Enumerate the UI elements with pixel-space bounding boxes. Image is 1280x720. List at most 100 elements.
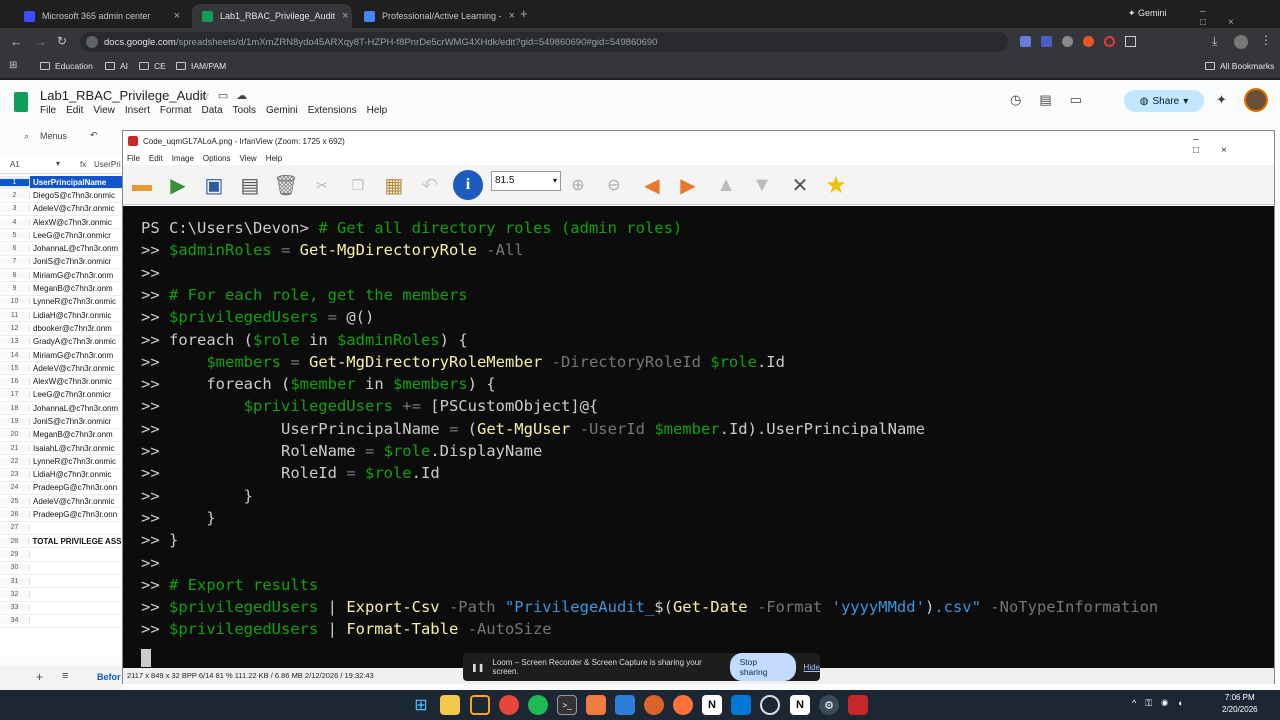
menu-tools[interactable]: Tools xyxy=(233,105,256,116)
zoom-in-icon[interactable]: ⊕ xyxy=(563,171,593,199)
app-icon[interactable] xyxy=(586,695,606,715)
table-row[interactable]: 23 LidiaH@c7hn3r.onmic xyxy=(0,469,122,482)
table-row[interactable]: 28 TOTAL PRIVILEGE ASSI xyxy=(0,535,122,549)
taskbar-clock[interactable]: 7:06 PM 2/20/2026 xyxy=(1222,692,1258,716)
table-row[interactable]: 24 PradeepG@c7hn3r.onn xyxy=(0,482,122,496)
user-cell[interactable]: MiriamG@c7hn3r.onm xyxy=(30,271,113,280)
sheets-header-icons[interactable]: ◷▤▭ xyxy=(1010,92,1100,108)
table-row[interactable]: 34 xyxy=(0,615,122,629)
menu-file[interactable]: File xyxy=(127,154,140,163)
apps-grid-icon[interactable]: ⊞ xyxy=(9,60,17,71)
user-cell[interactable]: MeganB@c7hn3r.onm xyxy=(30,284,113,293)
first-image-icon[interactable]: ▲ xyxy=(711,171,741,199)
table-row[interactable]: 14 MiriamG@c7hn3r.onm xyxy=(0,349,122,363)
table-row[interactable]: 4 AlexW@c7hn3r.onmic xyxy=(0,216,122,230)
all-sheets-icon[interactable]: ≡ xyxy=(62,670,68,682)
bookmark-ai[interactable]: AI xyxy=(105,61,128,71)
menu-data[interactable]: Data xyxy=(202,105,223,116)
avatar[interactable] xyxy=(1244,88,1268,112)
save-icon[interactable]: ▣ xyxy=(199,171,229,199)
name-box[interactable]: A1 ▾ fx UserPri xyxy=(0,156,122,174)
table-row[interactable]: 25 AdeleV@c7hn3r.onmic xyxy=(0,495,122,509)
table-row[interactable]: 8 MiriamG@c7hn3r.onm xyxy=(0,269,122,283)
gemini-button[interactable]: ✦ Gemini xyxy=(1128,8,1167,19)
menu-insert[interactable]: Insert xyxy=(125,105,150,116)
extensions-area[interactable] xyxy=(1020,36,1180,48)
user-cell[interactable]: dbooker@c7hn3r.onm xyxy=(30,324,112,333)
info-icon[interactable]: i xyxy=(453,170,483,200)
menu-help[interactable]: Help xyxy=(266,154,282,163)
spotify-icon[interactable] xyxy=(528,695,548,715)
site-info-icon[interactable] xyxy=(86,36,98,48)
user-cell[interactable]: AdeleV@c7hn3r.onmic xyxy=(30,364,115,373)
settings-gear-icon[interactable]: ⚙ xyxy=(819,695,839,715)
table-row[interactable]: 2 DiegoS@c7hn3r.onmic xyxy=(0,189,122,203)
user-cell[interactable]: JoniS@c7hn3r.onmicr xyxy=(30,417,111,426)
tools-icon[interactable]: ✕ xyxy=(785,171,815,199)
hide-link[interactable]: Hide xyxy=(804,663,820,672)
last-image-icon[interactable]: ▼ xyxy=(747,171,777,199)
file-explorer-icon[interactable] xyxy=(440,695,460,715)
table-row[interactable]: 12 dbooker@c7hn3r.onm xyxy=(0,322,122,336)
notion-icon[interactable]: N xyxy=(702,695,722,715)
table-row[interactable]: 7 JoniS@c7hn3r.onmicr xyxy=(0,256,122,270)
table-row[interactable]: 26 PradeepG@c7hn3r.onn xyxy=(0,508,122,522)
app-icon[interactable] xyxy=(470,695,490,715)
table-row[interactable]: 6 JohannaL@c7hn3r.onm xyxy=(0,242,122,256)
user-cell[interactable]: PradeepG@c7hn3r.onn xyxy=(30,510,117,519)
irfanview-taskbar-icon[interactable] xyxy=(848,695,868,715)
download-icon[interactable]: ⤓ xyxy=(1212,34,1217,49)
new-tab-icon[interactable]: + xyxy=(520,6,528,21)
copy-icon[interactable]: ❐ xyxy=(343,171,373,199)
table-row[interactable]: 1 UserPrincipalName xyxy=(0,176,122,190)
menu-view[interactable]: View xyxy=(93,105,115,116)
close-tab-icon[interactable]: × xyxy=(342,10,348,22)
close-tab-icon[interactable]: × xyxy=(174,10,180,22)
firefox-icon[interactable] xyxy=(673,695,693,715)
cut-icon[interactable]: ✂ xyxy=(307,171,337,199)
window-controls[interactable]: –□× xyxy=(1200,6,1280,28)
table-row[interactable]: 33 xyxy=(0,602,122,615)
extension-icon[interactable] xyxy=(1041,36,1052,47)
user-cell[interactable]: AdeleV@c7hn3r.onmic xyxy=(30,204,115,213)
user-cell[interactable]: PradeepG@c7hn3r.onn xyxy=(30,483,117,492)
table-row[interactable]: 29 xyxy=(0,548,122,562)
table-row[interactable]: 5 LeeG@c7hn3r.onmicr xyxy=(0,229,122,243)
user-cell[interactable]: LeeG@c7hn3r.onmicr xyxy=(30,231,111,240)
tab-m365-admin[interactable]: Microsoft 365 admin center × xyxy=(14,4,190,28)
menu-gemini[interactable]: Gemini xyxy=(266,105,298,116)
menu-extensions[interactable]: Extensions xyxy=(308,105,357,116)
header-cell[interactable]: UserPrincipalName xyxy=(30,176,122,189)
terminal-icon[interactable]: >_ xyxy=(557,695,577,715)
profile-avatar[interactable] xyxy=(1234,35,1248,49)
bookmark-ce[interactable]: CE xyxy=(139,61,166,71)
add-sheet-icon[interactable]: + xyxy=(36,670,43,684)
sheets-logo-icon[interactable] xyxy=(14,92,28,112)
menu-edit[interactable]: Edit xyxy=(66,105,83,116)
table-row[interactable]: 27 xyxy=(0,522,122,536)
share-button[interactable]: ◍ Share ▾ xyxy=(1124,90,1204,112)
undo-icon[interactable]: ↶ xyxy=(415,171,445,199)
menu-format[interactable]: Format xyxy=(160,105,192,116)
menu-edit[interactable]: Edit xyxy=(149,154,163,163)
stop-sharing-button[interactable]: Stop sharing xyxy=(729,653,796,681)
back-icon[interactable]: ← xyxy=(10,34,23,49)
table-row[interactable]: 31 xyxy=(0,575,122,589)
user-cell[interactable]: AdeleV@c7hn3r.onmic xyxy=(30,497,115,506)
table-row[interactable]: 15 AdeleV@c7hn3r.onmic xyxy=(0,362,122,376)
print-icon[interactable]: ▤ xyxy=(235,171,265,199)
table-row[interactable]: 3 AdeleV@c7hn3r.onmic xyxy=(0,203,122,216)
table-row[interactable]: 19 JoniS@c7hn3r.onmicr xyxy=(0,415,122,429)
user-cell[interactable]: LidiaH@c7hn3r.onmic xyxy=(30,311,111,320)
tab-lab1-sheet[interactable]: Lab1_RBAC_Privilege_Audit × xyxy=(192,4,352,28)
address-bar[interactable]: docs.google.com/spreadsheets/d/1mXmZRN8y… xyxy=(80,32,1008,52)
extension-icon[interactable] xyxy=(1020,36,1031,47)
table-row[interactable]: 13 GradyA@c7hn3r.onmic xyxy=(0,336,122,349)
table-row[interactable]: 16 AlexW@c7hn3r.onmic xyxy=(0,375,122,389)
user-cell[interactable]: GradyA@c7hn3r.onmic xyxy=(30,337,116,346)
tab-professional-learning[interactable]: Professional/Active Learning - × xyxy=(354,4,514,28)
system-tray-icons[interactable]: ^⚿◉◖ xyxy=(1132,698,1192,709)
chrome-icon[interactable] xyxy=(499,695,519,715)
user-cell[interactable]: DiegoS@c7hn3r.onmic xyxy=(30,191,115,200)
user-cell[interactable]: AlexW@c7hn3r.onmic xyxy=(30,377,112,386)
